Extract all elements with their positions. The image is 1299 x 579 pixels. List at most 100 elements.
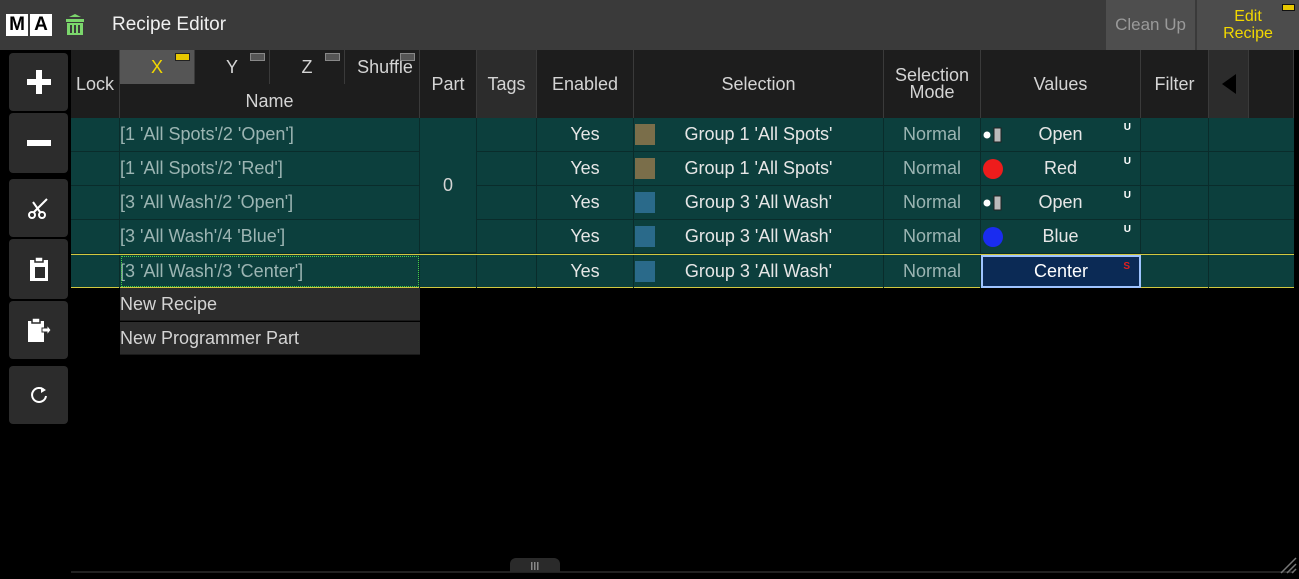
table-row[interactable]: [3 'All Wash'/4 'Blue'] Yes Group 3 'All… [71,220,1294,254]
column-header-selection[interactable]: Selection [634,50,884,118]
column-header-selection-mode[interactable]: Selection Mode [884,50,981,118]
selection-color-swatch [635,124,655,145]
value-flag: U [1123,156,1131,167]
lock-cell[interactable] [71,186,120,219]
selection-cell[interactable]: Group 3 'All Wash' [634,220,884,253]
selection-mode-cell[interactable]: Normal [884,118,981,151]
tags-cell[interactable] [477,118,537,151]
value-label: Center [1033,261,1089,281]
logo-letter-m: M [6,14,28,36]
lock-cell[interactable] [71,118,120,151]
value-flag: U [1123,122,1131,133]
column-header-filter[interactable]: Filter [1141,50,1209,118]
cut-button[interactable] [9,179,68,237]
column-header-values[interactable]: Values [981,50,1141,118]
column-header-enabled[interactable]: Enabled [537,50,634,118]
column-header-part[interactable]: Part [420,50,477,118]
selection-cell[interactable]: Group 3 'All Wash' [634,255,884,288]
selection-color-swatch [635,261,655,282]
scroll-left-button[interactable] [1209,50,1249,118]
tags-cell[interactable] [477,255,537,288]
sort-x-indicator [175,53,190,61]
filter-cell[interactable] [1141,255,1209,288]
paste-export-icon [27,317,52,342]
refresh-button[interactable] [9,366,68,424]
edit-recipe-button[interactable]: Edit Recipe [1197,0,1299,50]
header-spacer [1249,50,1294,118]
resize-grip-icon[interactable] [1279,556,1297,574]
table-row[interactable]: [3 'All Wash'/2 'Open'] Yes Group 3 'All… [71,186,1294,220]
lock-cell[interactable] [71,220,120,253]
table-row[interactable]: [1 'All Spots'/2 'Red'] Yes Group 1 'All… [71,152,1294,186]
bottom-scroll-track [71,571,1294,573]
sort-tab-x[interactable]: X [120,50,195,84]
remove-button[interactable] [9,113,68,173]
filter-cell[interactable] [1141,152,1209,185]
selection-label: Group 1 'All Spots' [684,158,833,178]
part-cell[interactable] [420,255,477,288]
ma-logo: M A [6,14,52,36]
name-cell[interactable]: [1 'All Spots'/2 'Open'] [120,118,420,151]
enabled-cell[interactable]: Yes [537,186,634,219]
column-header-name[interactable]: Name [120,84,420,118]
sort-tab-shuffle[interactable]: Shuffle [345,50,420,84]
selection-cell[interactable]: Group 1 'All Spots' [634,118,884,151]
shutter-open-icon [983,195,1002,211]
selection-mode-cell[interactable]: Normal [884,255,981,288]
clean-up-button[interactable]: Clean Up [1106,0,1195,50]
part-cell[interactable]: 0 [420,118,477,253]
window-title: Recipe Editor [112,14,227,35]
values-cell-focused[interactable]: Center S [981,255,1141,288]
selection-cell[interactable]: Group 1 'All Spots' [634,152,884,185]
table-row-selected[interactable]: [3 'All Wash'/3 'Center'] Yes Group 3 'A… [71,254,1294,288]
sort-tab-y[interactable]: Y [195,50,270,84]
name-cell[interactable]: [1 'All Spots'/2 'Red'] [120,152,420,185]
tags-cell[interactable] [477,186,537,219]
column-header-tags[interactable]: Tags [477,50,537,118]
selection-mode-cell[interactable]: Normal [884,220,981,253]
new-recipe-button[interactable]: New Recipe [120,288,420,321]
paste-button[interactable] [9,239,68,299]
grip-icon [531,562,539,570]
new-programmer-part-button[interactable]: New Programmer Part [120,322,420,355]
enabled-cell[interactable]: Yes [537,152,634,185]
edit-recipe-label-line2: Recipe [1223,25,1273,42]
sort-z-indicator [325,53,340,61]
lock-cell[interactable] [71,152,120,185]
selection-color-swatch [635,226,655,247]
value-label: Red [1043,158,1078,178]
sort-tab-z[interactable]: Z [270,50,345,84]
selection-label: Group 3 'All Wash' [684,261,833,281]
name-cell[interactable]: [3 'All Wash'/2 'Open'] [120,186,420,219]
tags-cell[interactable] [477,220,537,253]
filter-cell[interactable] [1141,118,1209,151]
enabled-cell[interactable]: Yes [537,220,634,253]
values-cell[interactable]: Open U [981,186,1141,219]
selection-label: Group 3 'All Wash' [684,192,833,212]
scroll-handle[interactable] [510,558,560,572]
name-cell[interactable]: [3 'All Wash'/4 'Blue'] [120,220,420,253]
filter-cell[interactable] [1141,220,1209,253]
values-cell[interactable]: Red U [981,152,1141,185]
sort-y-label: Y [225,56,238,77]
selection-mode-cell[interactable]: Normal [884,152,981,185]
table-row[interactable]: [1 'All Spots'/2 'Open'] Yes Group 1 'Al… [71,118,1294,152]
value-flag: U [1123,190,1131,201]
value-flag: U [1123,224,1131,235]
name-cell[interactable]: [3 'All Wash'/3 'Center'] [120,255,420,288]
selection-cell[interactable]: Group 3 'All Wash' [634,186,884,219]
selection-mode-cell[interactable]: Normal [884,186,981,219]
values-cell[interactable]: Open U [981,118,1141,151]
filter-cell[interactable] [1141,186,1209,219]
selection-label: Group 3 'All Wash' [684,226,833,246]
paste-export-button[interactable] [9,301,68,359]
shutter-open-icon [983,127,1002,143]
enabled-cell[interactable]: Yes [537,118,634,151]
tags-cell[interactable] [477,152,537,185]
values-cell[interactable]: Blue U [981,220,1141,253]
lock-cell[interactable] [71,255,120,288]
refresh-icon [30,387,47,403]
add-button[interactable] [9,53,68,111]
column-header-lock[interactable]: Lock [71,50,120,118]
enabled-cell[interactable]: Yes [537,255,634,288]
